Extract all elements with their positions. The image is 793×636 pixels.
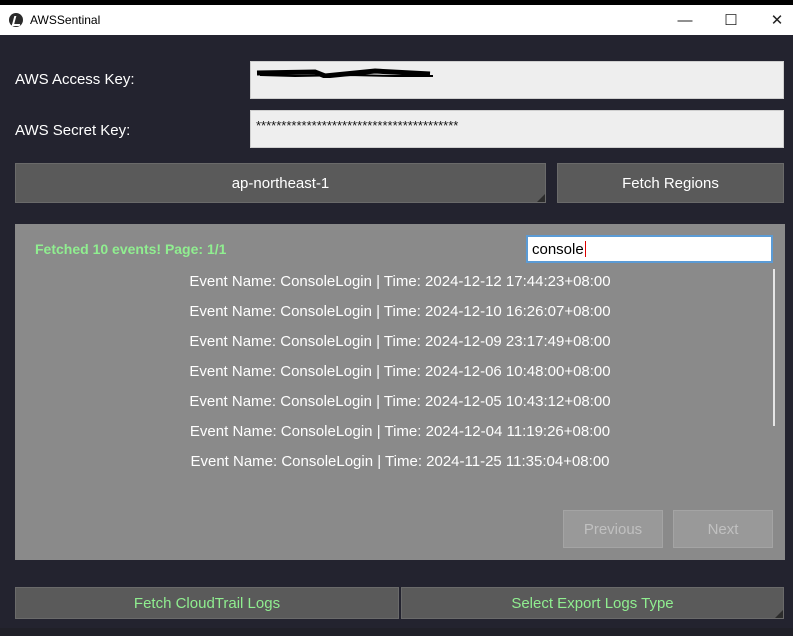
event-row: Event Name: ConsoleLogin | Time: 2024-12… xyxy=(189,393,611,410)
previous-label: Previous xyxy=(583,520,643,538)
export-logs-type-label: Select Export Logs Type xyxy=(511,594,674,612)
event-list-scrollbar[interactable] xyxy=(773,269,775,426)
results-panel: Fetched 10 events! Page: 1/1 console Eve… xyxy=(15,224,785,560)
dropdown-corner-icon xyxy=(537,194,545,202)
dropdown-corner-icon xyxy=(775,610,783,618)
event-row: Event Name: ConsoleLogin | Time: 2024-12… xyxy=(189,303,611,320)
fetch-cloudtrail-logs-button[interactable]: Fetch CloudTrail Logs xyxy=(15,587,399,619)
next-button[interactable]: Next xyxy=(673,510,773,548)
event-row: Event Name: ConsoleLogin | Time: 2024-12… xyxy=(189,333,611,350)
region-selected-label: ap-northeast-1 xyxy=(231,174,330,192)
export-logs-type-dropdown[interactable]: Select Export Logs Type xyxy=(401,587,784,619)
search-input[interactable]: console xyxy=(526,235,773,263)
fetch-regions-button[interactable]: Fetch Regions xyxy=(557,163,784,203)
close-button[interactable]: ✕ xyxy=(754,5,793,35)
secret-key-value: **************************************** xyxy=(256,118,459,133)
region-dropdown[interactable]: ap-northeast-1 xyxy=(15,163,546,203)
access-key-input[interactable] xyxy=(250,61,784,99)
next-label: Next xyxy=(707,520,739,538)
bottom-edge xyxy=(0,628,793,636)
title-bar: AWSSentinal — ☐ ✕ xyxy=(0,5,793,35)
text-caret xyxy=(584,241,586,257)
fetch-cloudtrail-logs-label: Fetch CloudTrail Logs xyxy=(133,594,281,612)
fetch-regions-label: Fetch Regions xyxy=(622,174,719,192)
window-title: AWSSentinal xyxy=(30,13,101,27)
redaction-scribble xyxy=(256,68,433,78)
access-key-label: AWS Access Key: xyxy=(15,71,135,88)
app-logo-icon xyxy=(9,13,23,27)
secret-key-input[interactable]: **************************************** xyxy=(250,110,784,148)
status-text: Fetched 10 events! Page: 1/1 xyxy=(35,241,227,257)
event-row: Event Name: ConsoleLogin | Time: 2024-12… xyxy=(189,273,611,290)
event-row: Event Name: ConsoleLogin | Time: 2024-12… xyxy=(189,423,611,440)
secret-key-label: AWS Secret Key: xyxy=(15,122,131,139)
maximize-button[interactable]: ☐ xyxy=(708,5,754,35)
search-value: console xyxy=(532,240,584,258)
event-row: Event Name: ConsoleLogin | Time: 2024-12… xyxy=(189,363,611,380)
event-list[interactable]: Event Name: ConsoleLogin | Time: 2024-12… xyxy=(15,269,785,479)
minimize-button[interactable]: — xyxy=(662,5,708,35)
previous-button[interactable]: Previous xyxy=(563,510,663,548)
event-row: Event Name: ConsoleLogin | Time: 2024-11… xyxy=(190,453,610,470)
